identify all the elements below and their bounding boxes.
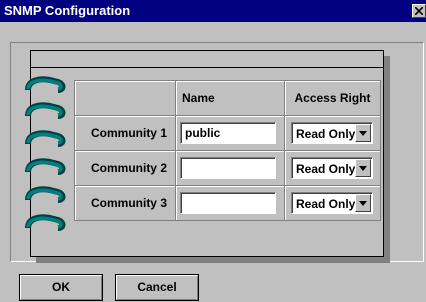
community-name-input[interactable] <box>180 192 276 214</box>
community-label: Community 1 <box>74 115 176 151</box>
table-row: Community 2 Read Only <box>74 150 381 186</box>
community-name-input[interactable] <box>180 157 276 179</box>
dropdown-button[interactable] <box>355 124 371 142</box>
table-row: Community 1 public Read Only <box>74 115 381 151</box>
chevron-down-icon <box>359 166 367 171</box>
community-table: Name Access Right Community 1 public Rea… <box>74 80 381 221</box>
access-right-select[interactable]: Read Only <box>291 122 373 144</box>
name-cell <box>175 185 285 221</box>
name-cell <box>175 150 285 186</box>
binder-ring-icon <box>25 158 66 175</box>
binder-ring-icon <box>25 186 66 203</box>
community-label: Community 3 <box>74 185 176 221</box>
cancel-button[interactable]: Cancel <box>115 274 199 301</box>
chevron-down-icon <box>359 131 367 136</box>
ok-button-label: OK <box>52 280 70 294</box>
title-bar[interactable]: SNMP Configuration <box>0 0 426 22</box>
access-right-value: Read Only <box>296 162 356 176</box>
table-row: Community 3 Read Only <box>74 185 381 221</box>
dropdown-button[interactable] <box>355 194 371 212</box>
close-button[interactable] <box>412 4 426 18</box>
access-right-value: Read Only <box>296 127 356 141</box>
header-blank <box>74 80 176 116</box>
community-name-input[interactable]: public <box>180 122 276 144</box>
close-icon <box>415 7 423 15</box>
snmp-config-window: SNMP Configuration Name Access Right Com… <box>0 0 426 302</box>
header-access-right: Access Right <box>284 80 381 116</box>
binder-ring-icon <box>25 76 66 93</box>
cancel-button-label: Cancel <box>137 280 177 294</box>
name-cell: public <box>175 115 285 151</box>
binder-ring-icon <box>25 214 66 231</box>
header-name: Name <box>175 80 285 116</box>
ok-button[interactable]: OK <box>19 274 103 301</box>
access-cell: Read Only <box>284 185 381 221</box>
dropdown-button[interactable] <box>355 159 371 177</box>
binder-rings <box>22 76 66 246</box>
table-header-row: Name Access Right <box>74 80 381 116</box>
access-right-value: Read Only <box>296 197 356 211</box>
access-cell: Read Only <box>284 115 381 151</box>
binder-ring-icon <box>25 130 66 147</box>
notebook-header-strip <box>31 51 383 68</box>
access-right-select[interactable]: Read Only <box>291 192 373 214</box>
community-label: Community 2 <box>74 150 176 186</box>
access-cell: Read Only <box>284 150 381 186</box>
window-title: SNMP Configuration <box>4 3 131 18</box>
chevron-down-icon <box>359 201 367 206</box>
access-right-select[interactable]: Read Only <box>291 157 373 179</box>
binder-ring-icon <box>25 102 66 119</box>
